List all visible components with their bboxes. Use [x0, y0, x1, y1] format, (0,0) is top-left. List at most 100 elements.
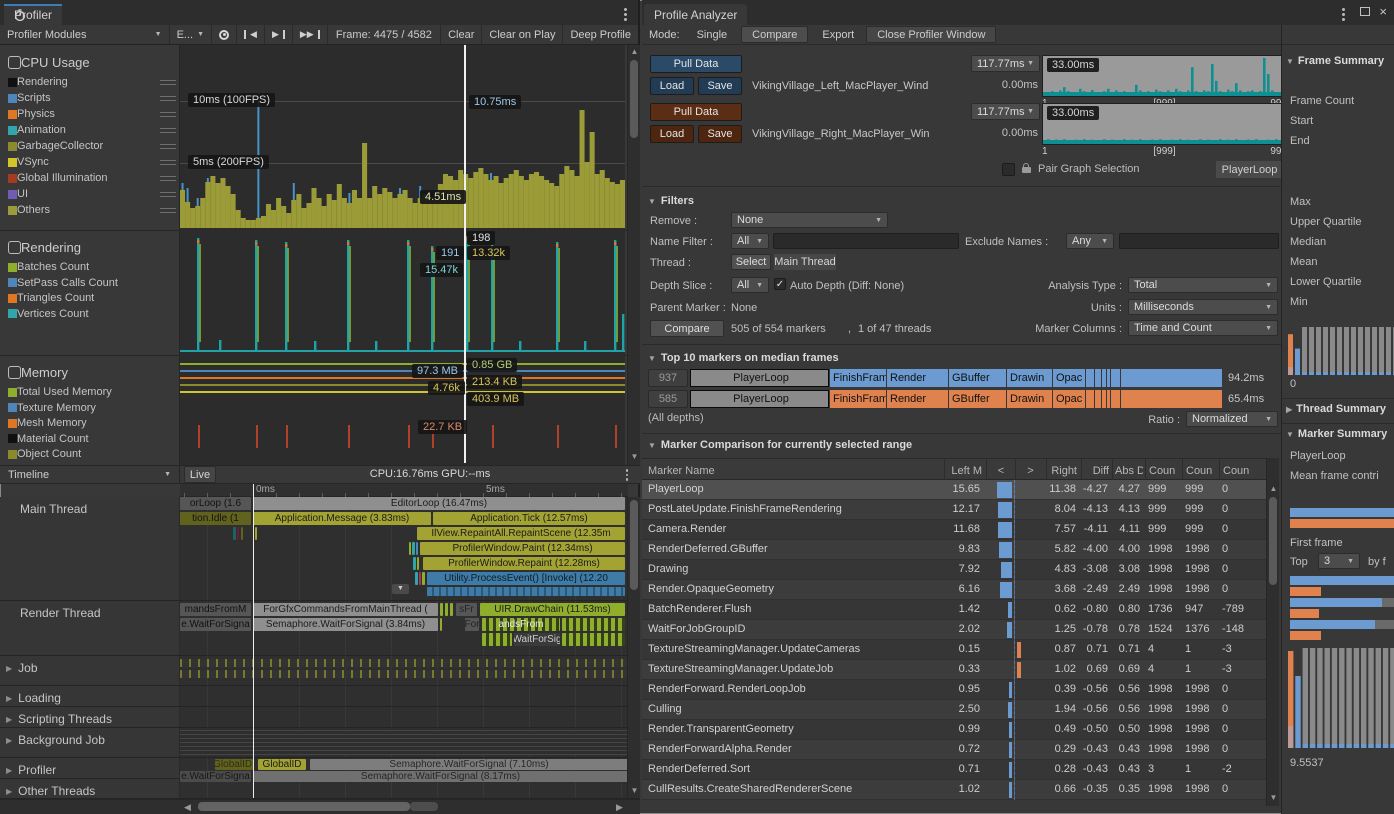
analyzer-menu-kebab-icon[interactable]	[1336, 6, 1350, 22]
memory-chart[interactable]	[180, 355, 625, 463]
deep-profile-button[interactable]: Deep Profile	[563, 25, 638, 44]
drag-handle-icon[interactable]	[160, 96, 176, 101]
live-button[interactable]: Live	[184, 466, 216, 483]
exclude-mode-dropdown[interactable]: Any▼	[1066, 233, 1114, 249]
record-button[interactable]	[212, 25, 237, 44]
hscroll-right-icon[interactable]: ▶	[616, 802, 626, 812]
top10-segment-drawin[interactable]: Drawin	[1007, 390, 1052, 408]
timeline-span[interactable]	[413, 557, 416, 570]
legend-item-animation[interactable]: Animation	[8, 123, 176, 137]
timeline-span[interactable]	[233, 527, 236, 540]
export-button[interactable]: Export	[812, 25, 864, 44]
legend-item-vertices-count[interactable]: Vertices Count	[8, 307, 176, 321]
expand-arrow-icon[interactable]: ▶	[6, 664, 12, 673]
modules-scroll-thumb[interactable]	[630, 60, 638, 138]
timeline-frame-line[interactable]	[253, 484, 254, 798]
expand-arrow-icon[interactable]: ▶	[6, 715, 12, 724]
tab-profile-analyzer[interactable]: Profile Analyzer	[644, 4, 747, 25]
top10-segment[interactable]	[1095, 369, 1101, 387]
close-icon[interactable]: ×	[1379, 4, 1387, 19]
top10-section-header[interactable]: ▼Top 10 markers on median frames	[648, 352, 1068, 366]
column-header-1[interactable]: Left M	[944, 458, 984, 480]
column-header-9[interactable]: Coun	[1219, 458, 1253, 480]
timeline-span[interactable]: Application.Tick (12.57ms)	[433, 512, 625, 525]
thread-row-background-job[interactable]: ▶Background Job	[6, 733, 178, 747]
exclude-names-input[interactable]	[1119, 233, 1279, 249]
thread-row-profiler[interactable]: ▶Profiler	[6, 763, 178, 777]
timeline-span[interactable]: mandsFromM	[180, 603, 251, 616]
legend-item-global-illumination[interactable]: Global Illumination	[8, 171, 176, 185]
timeline-span[interactable]: Application.Message (3.83ms)	[253, 512, 431, 525]
maximize-icon[interactable]	[1360, 7, 1370, 16]
column-header-0[interactable]: Marker Name	[642, 458, 944, 480]
column-header-7[interactable]: Coun	[1145, 458, 1181, 480]
timeline-span[interactable]	[482, 633, 512, 646]
thread-row-scripting-threads[interactable]: ▶Scripting Threads	[6, 712, 178, 726]
timeline-span[interactable]: Utility.ProcessEvent() [Invoke] (12.20	[427, 572, 625, 585]
top10-segment[interactable]	[1107, 369, 1110, 387]
legend-item-texture-memory[interactable]: Texture Memory	[8, 401, 176, 415]
timeline-span[interactable]: andsFrom	[482, 618, 560, 631]
save-button-1[interactable]: Save	[698, 125, 742, 143]
drag-handle-icon[interactable]	[160, 112, 176, 117]
timeline-span[interactable]: UIR.DrawChain (11.53ms)	[480, 603, 625, 616]
top10-segment-opac[interactable]: Opac	[1053, 369, 1085, 387]
profiler-menu-kebab-icon[interactable]	[618, 6, 632, 22]
timeline-span[interactable]: IlView.RepaintAll.RepaintScene (12.35m	[417, 527, 625, 540]
column-header-3[interactable]: >	[1015, 458, 1045, 480]
analysis-type-dropdown[interactable]: Total▼	[1128, 277, 1278, 293]
expand-arrow-icon[interactable]: ▶	[6, 766, 12, 775]
legend-item-garbagecollector[interactable]: GarbageCollector	[8, 139, 176, 153]
hscroll-thumb2[interactable]	[410, 802, 438, 811]
timeline-span[interactable]	[427, 587, 625, 596]
legend-item-material-count[interactable]: Material Count	[8, 432, 176, 446]
timeline-span[interactable]	[440, 603, 443, 616]
timeline-view-dropdown[interactable]: Timeline▼	[0, 466, 180, 483]
column-header-5[interactable]: Diff	[1081, 458, 1111, 480]
legend-item-triangles-count[interactable]: Triangles Count	[8, 291, 176, 305]
clear-on-play-button[interactable]: Clear on Play	[482, 25, 563, 44]
next-frame-button[interactable]: ▶	[265, 25, 293, 44]
timeline-kebab-icon[interactable]	[620, 468, 634, 482]
drag-handle-icon[interactable]	[160, 144, 176, 149]
collapse-group-button[interactable]: ▼	[392, 584, 409, 594]
timeline-span[interactable]: GlobalID	[258, 759, 306, 770]
timeline-span[interactable]: WaitForSig	[514, 633, 560, 646]
comparison-section-header[interactable]: ▼Marker Comparison for currently selecte…	[648, 439, 1068, 453]
legend-item-vsync[interactable]: VSync	[8, 155, 176, 169]
top10-segment[interactable]	[1107, 390, 1110, 408]
thread-row-job[interactable]: ▶Job	[6, 661, 178, 675]
marker-columns-dropdown[interactable]: Time and Count▼	[1128, 320, 1278, 336]
timeline-span[interactable]: GlobalID:	[215, 759, 253, 770]
clear-button[interactable]: Clear	[441, 25, 482, 44]
top-n-dropdown[interactable]: 3▼	[1318, 553, 1360, 569]
timeline-span[interactable]	[445, 603, 448, 616]
top10-segment-render[interactable]: Render	[887, 369, 948, 387]
units-dropdown[interactable]: Milliseconds▼	[1128, 299, 1278, 315]
drag-handle-icon[interactable]	[160, 192, 176, 197]
expand-arrow-icon[interactable]: ▶	[6, 736, 12, 745]
target-dropdown[interactable]: E...▼	[170, 25, 212, 44]
column-header-8[interactable]: Coun	[1182, 458, 1218, 480]
top10-segment-gbuffer[interactable]: GBuffer	[949, 390, 1006, 408]
timeline-span[interactable]: ProfilerWindow.Paint (12.34ms)	[420, 542, 625, 555]
mode-single-button[interactable]: Single	[687, 25, 738, 44]
range-dropdown-1[interactable]: 117.77ms▼	[971, 103, 1040, 120]
timeline-span[interactable]	[416, 542, 418, 555]
timeline-span[interactable]	[562, 633, 625, 646]
timeline-scroll-down-icon[interactable]: ▼	[630, 786, 639, 795]
top10-segment-render[interactable]: Render	[887, 390, 948, 408]
top10-segment[interactable]	[1095, 390, 1101, 408]
thread-row-other-threads[interactable]: ▶Other Threads	[6, 784, 178, 798]
name-filter-mode-dropdown[interactable]: All▼	[731, 233, 769, 249]
top10-frame-button-1[interactable]: 585	[648, 390, 688, 408]
column-header-2[interactable]: <	[986, 458, 1015, 480]
rendering-chart[interactable]	[180, 230, 625, 353]
profiler-modules-dropdown[interactable]: Profiler Modules▼	[0, 25, 170, 44]
timeline-span[interactable]: Semaphore.WaitForSignal (7.10ms)	[310, 759, 628, 770]
timeline-span[interactable]: Semaphore.WaitForSignal (3.84ms)	[253, 618, 438, 631]
timeline-span[interactable]	[180, 659, 628, 667]
timeline-span[interactable]: EditorLoop (16.47ms)	[253, 497, 625, 510]
column-header-6[interactable]: Abs D▼	[1112, 458, 1143, 480]
legend-item-total-used-memory[interactable]: Total Used Memory	[8, 385, 176, 399]
